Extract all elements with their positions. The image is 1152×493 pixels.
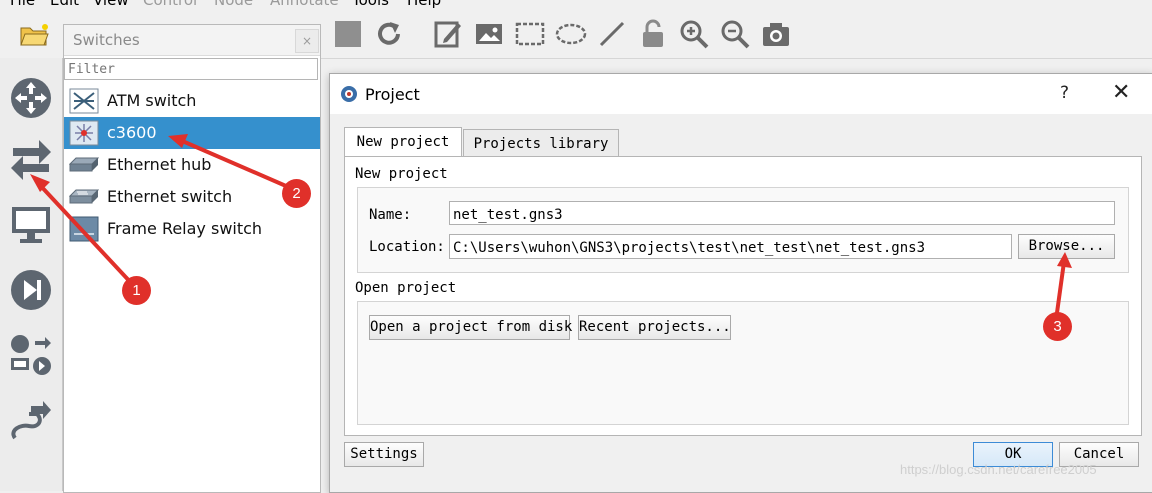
watermark: https://blog.csdn.net/carefree2005 xyxy=(900,462,1097,477)
annotation-arrowhead-1 xyxy=(30,174,50,192)
callout-3: 3 xyxy=(1043,312,1072,341)
annotation-arrowhead-3 xyxy=(1057,252,1072,268)
annotation-arrow-1 xyxy=(36,181,136,288)
annotation-arrows xyxy=(30,134,1072,321)
annotation-arrow-2 xyxy=(179,138,287,188)
callout-1: 1 xyxy=(122,276,151,305)
callout-2: 2 xyxy=(282,179,311,208)
annotation-arrowhead-2 xyxy=(168,134,188,148)
